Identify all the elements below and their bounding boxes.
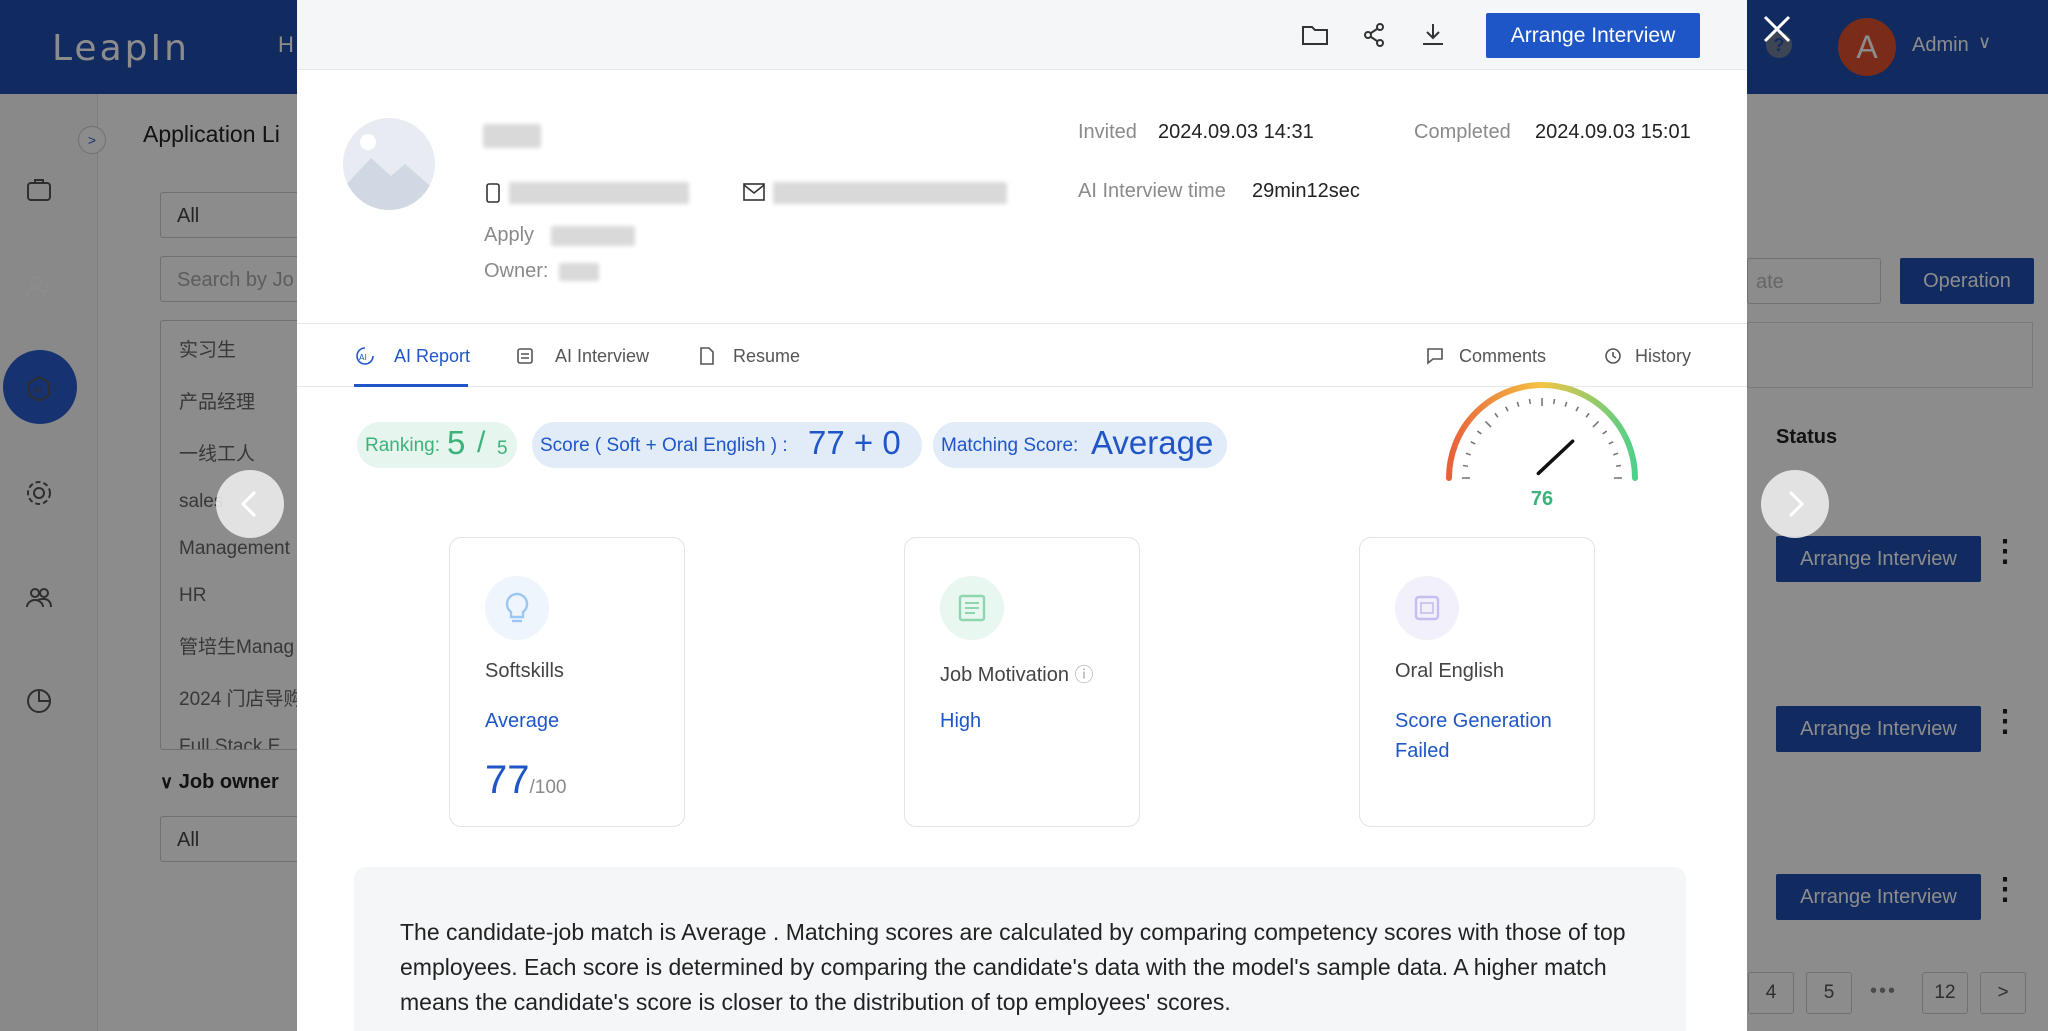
chevron-right-icon <box>1788 490 1805 518</box>
ai-interview-icon <box>517 348 533 364</box>
softskills-score-value: 77 <box>485 758 530 802</box>
card-level: High <box>940 710 982 732</box>
close-icon[interactable] <box>1760 12 1794 46</box>
modal-toolbar: Arrange Interview <box>297 0 1747 70</box>
email-icon <box>743 183 765 201</box>
apply-label: Apply <box>484 224 535 246</box>
score-badge: Score ( Soft + Oral English ) : 77 + 0 <box>532 422 922 468</box>
ranking-separator: / <box>477 426 486 459</box>
comments-icon <box>1427 348 1443 365</box>
gauge-needle <box>1536 439 1575 476</box>
document-glyph <box>958 594 986 622</box>
softskills-score: 77/100 <box>485 758 566 803</box>
gauge-ticks <box>1462 398 1622 479</box>
folder-icon[interactable] <box>1300 20 1330 50</box>
phone-icon <box>486 183 500 203</box>
matching-description: The candidate-job match is Average . Mat… <box>354 867 1686 1031</box>
completed-time: 2024.09.03 15:01 <box>1535 121 1691 143</box>
gauge-tick <box>1615 464 1622 468</box>
card-title-text: Job Motivation <box>940 664 1069 686</box>
next-candidate-button[interactable] <box>1761 470 1829 538</box>
invited-label: Invited <box>1078 121 1137 143</box>
tab-ai-report[interactable]: AI Report <box>394 346 470 367</box>
tab-comments[interactable]: Comments <box>1459 346 1546 367</box>
matching-score-value: Average <box>1091 424 1214 461</box>
gauge-tick <box>1470 440 1476 445</box>
gauge-tick <box>1575 406 1580 412</box>
gauge-tick <box>1516 401 1520 407</box>
ranking-total: 5 <box>497 438 508 459</box>
gauge-tick <box>1465 452 1471 456</box>
document-icon <box>940 576 1004 640</box>
tab-resume[interactable]: Resume <box>733 346 800 367</box>
redacted-name <box>483 124 541 148</box>
ai-report-icon: AI <box>356 347 374 365</box>
tab-history[interactable]: History <box>1635 346 1691 367</box>
redacted-phone <box>509 182 689 204</box>
english-glyph <box>1414 595 1440 621</box>
interview-duration: 29min12sec <box>1252 180 1360 202</box>
card-level: Average <box>485 710 560 732</box>
ranking-badge: Ranking: 5 / 5 <box>357 422 517 468</box>
image-placeholder-icon <box>343 134 435 210</box>
redacted-email <box>773 182 1007 204</box>
gauge-tick <box>1608 440 1614 445</box>
candidate-report-modal: Arrange Interview Apply Owner: Invited 2… <box>297 0 1747 1031</box>
score-label: Score ( Soft + Oral English ) : <box>540 435 788 456</box>
card-title: Oral English <box>1395 660 1504 682</box>
redacted-apply-position <box>551 226 635 246</box>
score-value: 77 + 0 <box>808 424 901 461</box>
completed-label: Completed <box>1414 121 1511 143</box>
tab-ai-interview[interactable]: AI Interview <box>555 346 649 367</box>
resume-icon <box>700 347 714 365</box>
active-tab-indicator <box>354 384 468 387</box>
share-icon[interactable] <box>1359 20 1389 50</box>
candidate-name <box>483 124 541 148</box>
lightbulb-icon <box>485 576 549 640</box>
gauge-tick <box>1494 412 1499 418</box>
softskills-card: Softskills Average 77/100 <box>449 537 685 827</box>
owner-label: Owner: <box>484 260 549 282</box>
gauge-tick <box>1484 420 1492 428</box>
gauge-tick <box>1564 401 1568 407</box>
gauge-tick <box>1476 430 1482 435</box>
matching-score-label: Matching Score: <box>941 435 1079 456</box>
gauge-tick <box>1504 406 1509 412</box>
svg-text:AI: AI <box>359 353 367 362</box>
gauge-tick <box>1602 430 1608 435</box>
chevron-left-icon <box>240 490 257 518</box>
gauge-tick <box>1613 452 1619 456</box>
redacted-owner <box>559 263 599 281</box>
card-title: Job Motivation ⓘ <box>940 660 1094 687</box>
gauge-dial <box>1446 382 1638 481</box>
matching-score-badge: Matching Score: Average <box>933 422 1227 468</box>
ranking-label: Ranking: <box>365 435 440 456</box>
candidate-avatar <box>343 118 435 210</box>
arrange-interview-button[interactable]: Arrange Interview <box>1486 13 1700 58</box>
softskills-score-max: /100 <box>529 777 567 798</box>
invited-time: 2024.09.03 14:31 <box>1158 121 1314 143</box>
info-icon[interactable]: ⓘ <box>1075 665 1094 686</box>
download-icon[interactable] <box>1418 20 1448 50</box>
job-motivation-card: Job Motivation ⓘ High <box>904 537 1140 827</box>
ranking-value: 5 <box>447 424 466 461</box>
card-title: Softskills <box>485 660 564 682</box>
lightbulb-glyph <box>505 592 529 623</box>
gauge-tick <box>1462 464 1469 468</box>
history-icon <box>1605 348 1621 364</box>
gauge-value: 76 <box>1530 488 1554 510</box>
previous-candidate-button[interactable] <box>216 470 284 538</box>
interview-duration-label: AI Interview time <box>1078 180 1226 202</box>
gauge-tick <box>1592 420 1600 428</box>
gauge-tick <box>1528 398 1532 405</box>
gauge-tick <box>1552 398 1556 405</box>
gauge-tick <box>1585 412 1590 418</box>
card-level: Score Generation Failed <box>1395 710 1552 762</box>
score-gauge: 76 <box>1437 378 1647 518</box>
english-icon <box>1395 576 1459 640</box>
oral-english-card: Oral English Score Generation Failed <box>1359 537 1595 827</box>
